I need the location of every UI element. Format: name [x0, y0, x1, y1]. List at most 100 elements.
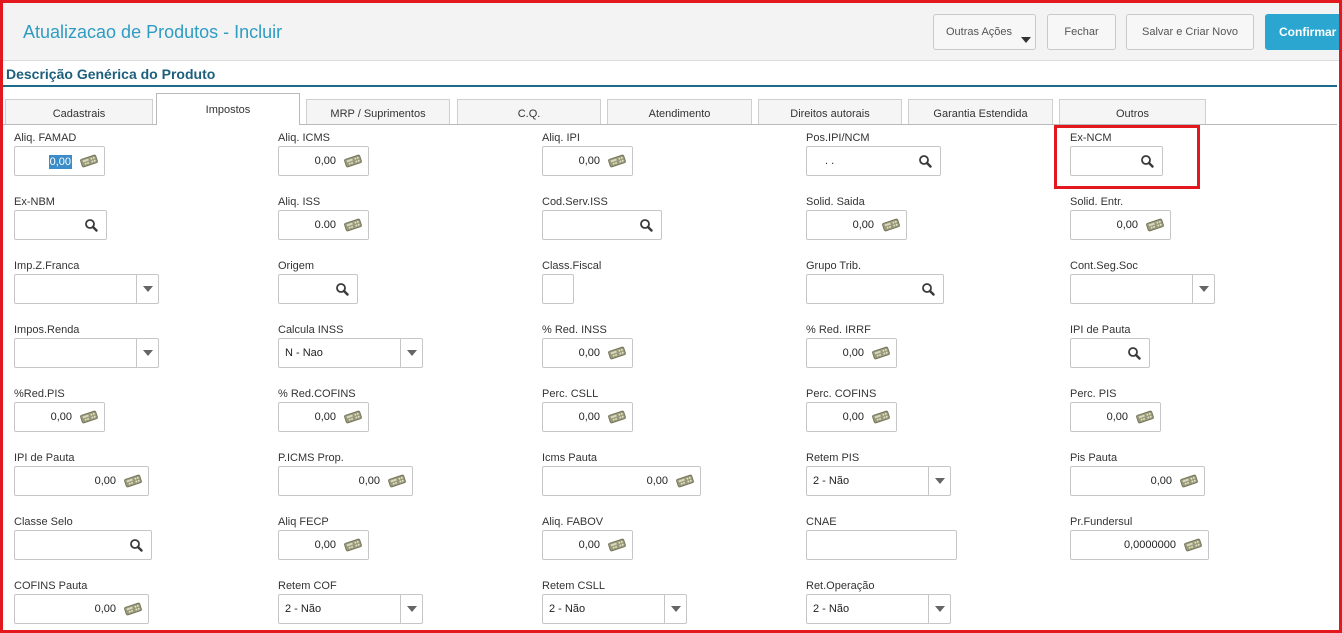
chevron-down-icon[interactable] [400, 595, 422, 623]
imp-z-franca-select[interactable] [14, 274, 159, 304]
calculator-icon[interactable] [608, 346, 626, 360]
icms-pauta-input[interactable]: 0,00 [542, 466, 701, 496]
calculator-icon[interactable] [608, 154, 626, 168]
outras-acoes-button[interactable]: Outras Ações [933, 14, 1036, 50]
search-icon[interactable] [1125, 346, 1143, 360]
class-fiscal-input[interactable] [542, 274, 574, 304]
retem-cof-select[interactable]: 2 - Não [278, 594, 423, 624]
calculator-icon[interactable] [608, 538, 626, 552]
aliq-famad-input[interactable]: 0,00 [14, 146, 105, 176]
classe-selo-input[interactable] [14, 530, 152, 560]
calculator-icon[interactable] [388, 474, 406, 488]
field-label: Retem CSLL [542, 580, 605, 592]
tab-direitos-autorais[interactable]: Direitos autorais [758, 99, 902, 124]
pos-ipi-ncm-input[interactable]: . . [806, 146, 941, 176]
field-value: 0,00 [314, 155, 336, 167]
calculator-icon[interactable] [344, 538, 362, 552]
tab-garantia-estendida[interactable]: Garantia Estendida [908, 99, 1053, 124]
calculator-icon[interactable] [1184, 538, 1202, 552]
field-label: Aliq. FABOV [542, 516, 604, 528]
field-label: Perc. COFINS [806, 388, 877, 400]
retem-pis-select[interactable]: 2 - Não [806, 466, 951, 496]
field-value: 0,0000000 [1124, 539, 1176, 551]
perc-csll-input[interactable]: 0,00 [542, 402, 633, 432]
tab-cq[interactable]: C.Q. [457, 99, 601, 124]
ex-nbm-input[interactable] [14, 210, 107, 240]
search-icon[interactable] [333, 282, 351, 296]
field-label: Cont.Seg.Soc [1070, 260, 1138, 272]
confirmar-button[interactable]: Confirmar [1265, 14, 1342, 50]
calculator-icon[interactable] [80, 410, 98, 424]
calculator-icon[interactable] [1180, 474, 1198, 488]
chevron-down-icon[interactable] [928, 467, 950, 495]
calculator-icon[interactable] [872, 346, 890, 360]
cofins-pauta-input[interactable]: 0,00 [14, 594, 149, 624]
field-label: Solid. Saida [806, 196, 865, 208]
search-icon[interactable] [82, 218, 100, 232]
cod-serv-iss-input[interactable] [542, 210, 662, 240]
cont-seg-soc-select[interactable] [1070, 274, 1215, 304]
calculator-icon[interactable] [124, 602, 142, 616]
impos-renda-select[interactable] [14, 338, 159, 368]
calculator-icon[interactable] [608, 410, 626, 424]
calculator-icon[interactable] [344, 154, 362, 168]
ret-operacao-select[interactable]: 2 - Não [806, 594, 951, 624]
tab-outros[interactable]: Outros [1059, 99, 1206, 124]
chevron-down-icon[interactable] [1192, 275, 1214, 303]
aliq-icms-input[interactable]: 0,00 [278, 146, 369, 176]
pr-fundersul-input[interactable]: 0,0000000 [1070, 530, 1209, 560]
chevron-down-icon[interactable] [928, 595, 950, 623]
red-pis-input[interactable]: 0,00 [14, 402, 105, 432]
calculator-icon[interactable] [344, 218, 362, 232]
tab-atendimento[interactable]: Atendimento [607, 99, 752, 124]
calculator-icon[interactable] [124, 474, 142, 488]
origem-input[interactable] [278, 274, 358, 304]
search-icon[interactable] [919, 282, 937, 296]
aliq-iss-input[interactable]: 0.00 [278, 210, 369, 240]
retem-csll-select[interactable]: 2 - Não [542, 594, 687, 624]
pis-pauta-input[interactable]: 0,00 [1070, 466, 1205, 496]
calculator-icon[interactable] [1136, 410, 1154, 424]
calculator-icon[interactable] [676, 474, 694, 488]
field-label: Icms Pauta [542, 452, 598, 464]
grupo-trib-input[interactable] [806, 274, 944, 304]
chevron-down-icon[interactable] [664, 595, 686, 623]
calculator-icon[interactable] [872, 410, 890, 424]
field-value: 2 - Não [285, 603, 322, 615]
fechar-button[interactable]: Fechar [1047, 14, 1116, 50]
tab-mrp-suprimentos[interactable]: MRP / Suprimentos [306, 99, 450, 124]
aliq-fecp-input[interactable]: 0,00 [278, 530, 369, 560]
cnae-input[interactable] [806, 530, 957, 560]
chevron-down-icon[interactable] [136, 275, 158, 303]
calculator-icon[interactable] [1146, 218, 1164, 232]
red-cofins-input[interactable]: 0,00 [278, 402, 369, 432]
aliq-fabov-input[interactable]: 0,00 [542, 530, 633, 560]
salvar-criar-novo-button[interactable]: Salvar e Criar Novo [1126, 14, 1254, 50]
field-value: 0,00 [1116, 219, 1138, 231]
field-value: 0,00 [578, 539, 600, 551]
calculator-icon[interactable] [882, 218, 900, 232]
ipi-pauta-lookup-input[interactable] [1070, 338, 1150, 368]
chevron-down-icon[interactable] [136, 339, 158, 367]
red-inss-input[interactable]: 0,00 [542, 338, 633, 368]
solid-entr-input[interactable]: 0,00 [1070, 210, 1171, 240]
outras-acoes-label: Outras Ações [946, 26, 1013, 38]
field-label: % Red. IRRF [806, 324, 871, 336]
search-icon[interactable] [916, 154, 934, 168]
calculator-icon[interactable] [80, 154, 98, 168]
calculator-icon[interactable] [344, 410, 362, 424]
calcula-inss-select[interactable]: N - Nao [278, 338, 423, 368]
perc-pis-input[interactable]: 0,00 [1070, 402, 1161, 432]
p-icms-prop-input[interactable]: 0,00 [278, 466, 413, 496]
tab-cadastrais[interactable]: Cadastrais [5, 99, 153, 124]
tab-impostos[interactable]: Impostos [156, 93, 300, 125]
search-icon[interactable] [637, 218, 655, 232]
chevron-down-icon[interactable] [400, 339, 422, 367]
field-label: CNAE [806, 516, 837, 528]
search-icon[interactable] [127, 538, 145, 552]
perc-cofins-input[interactable]: 0,00 [806, 402, 897, 432]
red-irrf-input[interactable]: 0,00 [806, 338, 897, 368]
solid-saida-input[interactable]: 0,00 [806, 210, 907, 240]
ipi-pauta-input[interactable]: 0,00 [14, 466, 149, 496]
aliq-ipi-input[interactable]: 0,00 [542, 146, 633, 176]
